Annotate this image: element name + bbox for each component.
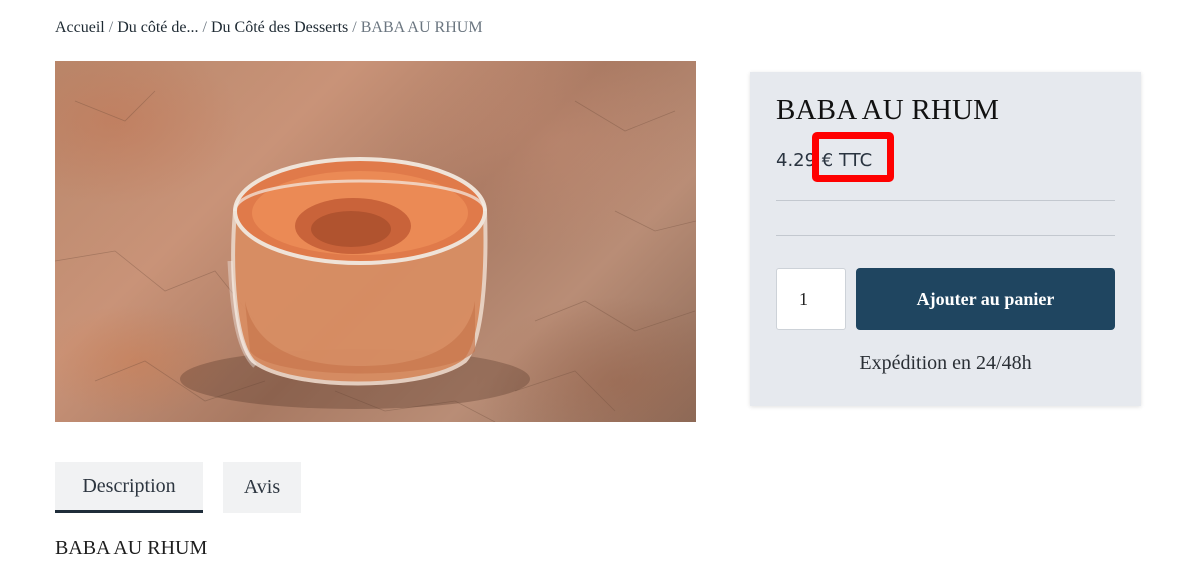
description-text: BABA AU RHUM bbox=[55, 537, 208, 559]
add-to-cart-button[interactable]: Ajouter au panier bbox=[856, 268, 1115, 330]
breadcrumb-link-du-cote-de[interactable]: Du côté de... bbox=[117, 19, 198, 36]
breadcrumb-separator: / bbox=[202, 19, 207, 36]
buy-box: BABA AU RHUM 4.29 € TTC Ajouter au panie… bbox=[750, 72, 1141, 406]
quantity-input[interactable] bbox=[776, 268, 846, 330]
tab-description-label: Description bbox=[82, 474, 176, 497]
product-photo bbox=[55, 90, 696, 422]
product-image[interactable] bbox=[55, 61, 696, 422]
breadcrumb-separator: / bbox=[352, 19, 357, 36]
product-price: 4.29 € TTC bbox=[776, 150, 873, 171]
tab-description[interactable]: Description bbox=[55, 462, 203, 513]
breadcrumb-separator: / bbox=[108, 19, 114, 36]
breadcrumb: Accueil / Du côté de... / Du Côté des Desser… bbox=[55, 19, 483, 37]
divider bbox=[776, 235, 1115, 236]
breadcrumb-link-home[interactable]: Accueil bbox=[55, 19, 105, 36]
breadcrumb-link-desserts[interactable]: Du Côté des Desserts bbox=[211, 19, 348, 36]
tab-reviews-label: Avis bbox=[243, 476, 281, 498]
divider bbox=[776, 200, 1115, 201]
shipping-info: Expédition en 24/48h bbox=[859, 352, 1032, 374]
product-title: BABA AU RHUM bbox=[776, 94, 1000, 126]
tab-reviews[interactable]: Avis bbox=[223, 462, 301, 513]
breadcrumb-current: BABA AU RHUM bbox=[360, 19, 483, 36]
